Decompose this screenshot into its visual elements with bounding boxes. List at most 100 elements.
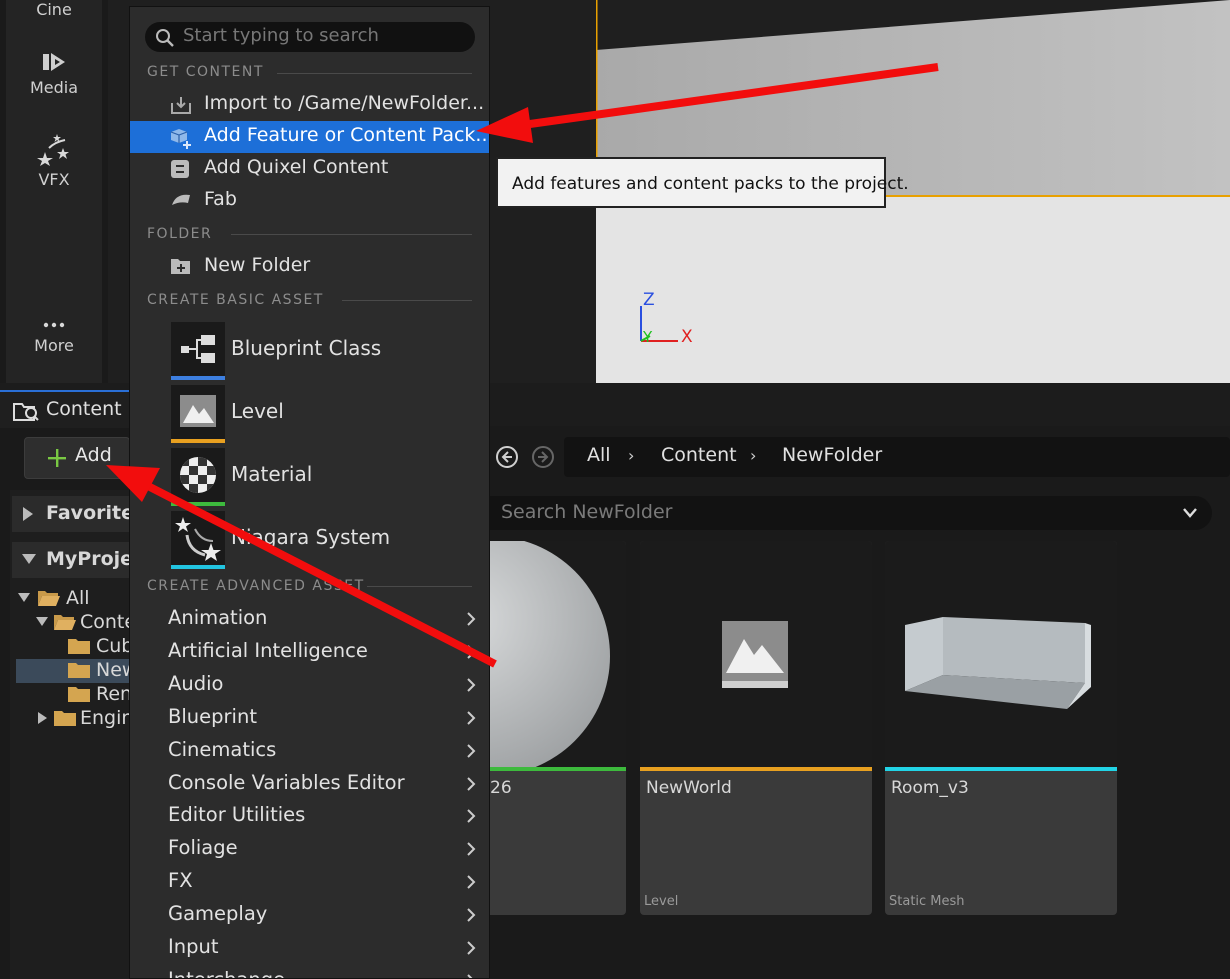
submenu-fx[interactable]: FX bbox=[130, 866, 489, 899]
favorites-section-header[interactable]: Favorites bbox=[12, 496, 145, 532]
fab-icon bbox=[172, 194, 190, 205]
menu-search-placeholder: Start typing to search bbox=[183, 25, 379, 46]
asset-type: Level bbox=[644, 894, 679, 909]
path-breadcrumb: All › Content › NewFolder bbox=[564, 437, 1230, 477]
collapse-triangle-icon bbox=[36, 617, 48, 626]
tree-item-newfolder[interactable]: New bbox=[16, 659, 130, 683]
blueprint-class-icon bbox=[171, 322, 225, 376]
section-divider bbox=[231, 234, 472, 235]
menu-item-import[interactable]: Import to /Game/NewFolder... bbox=[130, 89, 489, 121]
breadcrumb-newfolder[interactable]: NewFolder bbox=[782, 444, 882, 466]
tooltip-text: Add features and content packs to the pr… bbox=[512, 174, 909, 194]
submenu-blueprint[interactable]: Blueprint bbox=[130, 702, 489, 735]
submenu-editor-utilities[interactable]: Editor Utilities bbox=[130, 800, 489, 833]
submenu-label: Cinematics bbox=[168, 738, 277, 761]
submenu-label: Artificial Intelligence bbox=[168, 639, 368, 662]
submenu-gameplay[interactable]: Gameplay bbox=[130, 899, 489, 932]
more-tool[interactable]: More bbox=[6, 318, 102, 355]
submenu-label: FX bbox=[168, 869, 193, 892]
place-actors-toolbar: Cine Media VFX More bbox=[0, 0, 108, 383]
menu-item-level[interactable]: Level bbox=[130, 385, 489, 445]
submenu-console-variables-editor[interactable]: Console Variables Editor bbox=[130, 768, 489, 801]
chevron-right-icon bbox=[467, 809, 476, 823]
section-divider bbox=[277, 73, 472, 74]
menu-item-add-quixel[interactable]: Add Quixel Content bbox=[130, 153, 489, 185]
breadcrumb-chevron-icon[interactable]: › bbox=[628, 446, 634, 465]
menu-item-add-feature-pack[interactable]: Add Feature or Content Pack... bbox=[130, 121, 489, 153]
asset-tile-newworld[interactable]: NewWorld Level bbox=[640, 541, 872, 915]
submenu-label: Console Variables Editor bbox=[168, 771, 405, 794]
submenu-foliage[interactable]: Foliage bbox=[130, 833, 489, 866]
asset-type-bar bbox=[171, 439, 225, 443]
forward-icon[interactable] bbox=[531, 445, 555, 469]
asset-name: NewWorld bbox=[646, 778, 732, 798]
new-folder-icon bbox=[171, 259, 190, 274]
menu-item-label: Niagara System bbox=[231, 525, 391, 549]
menu-item-label: New Folder bbox=[204, 254, 311, 276]
expand-triangle-icon bbox=[38, 712, 47, 724]
tree-item-engine[interactable]: Engin bbox=[16, 707, 130, 731]
section-divider bbox=[367, 586, 472, 587]
menu-item-label: Blueprint Class bbox=[231, 336, 382, 360]
get-content-header: GET CONTENT bbox=[147, 64, 264, 80]
feature-pack-tooltip: Add features and content packs to the pr… bbox=[496, 157, 909, 208]
chevron-right-icon bbox=[467, 875, 476, 889]
vfx-icon bbox=[37, 134, 69, 166]
content-browser-tab[interactable]: Content B bbox=[0, 390, 145, 428]
menu-item-label: Add Quixel Content bbox=[204, 156, 389, 178]
level-icon bbox=[171, 385, 225, 439]
content-browser-tab-label: Content B bbox=[46, 398, 141, 420]
create-basic-asset-header: CREATE BASIC ASSET bbox=[147, 292, 324, 308]
submenu-label: Foliage bbox=[168, 836, 238, 859]
submenu-input[interactable]: Input bbox=[130, 932, 489, 965]
add-button[interactable]: Add bbox=[24, 437, 130, 479]
submenu-animation[interactable]: Animation bbox=[130, 603, 489, 636]
folder-icon bbox=[68, 639, 90, 654]
tree-label: Engin bbox=[80, 707, 130, 729]
submenu-label: Input bbox=[168, 935, 219, 958]
menu-search-input[interactable]: Start typing to search bbox=[145, 22, 475, 52]
material-icon bbox=[171, 448, 225, 502]
menu-item-material[interactable]: Material bbox=[130, 448, 489, 508]
import-icon bbox=[171, 97, 191, 114]
tree-item-cubes[interactable]: Cub bbox=[16, 635, 130, 659]
media-icon bbox=[43, 53, 65, 71]
asset-thumbnail bbox=[640, 541, 872, 767]
submenu-cinematics[interactable]: Cinematics bbox=[130, 735, 489, 768]
submenu-interchange[interactable]: Interchange bbox=[130, 965, 489, 978]
menu-item-label: Material bbox=[231, 462, 313, 486]
submenu-artificial-intelligence[interactable]: Artificial Intelligence bbox=[130, 636, 489, 669]
menu-item-fab[interactable]: Fab bbox=[130, 185, 489, 217]
back-icon[interactable] bbox=[495, 445, 519, 469]
tree-item-content[interactable]: Conte bbox=[16, 611, 130, 635]
chevron-down-icon[interactable] bbox=[1182, 507, 1198, 519]
menu-item-new-folder[interactable]: New Folder bbox=[130, 251, 489, 283]
asset-type-bar bbox=[640, 767, 872, 771]
folder-icon bbox=[68, 663, 90, 678]
expand-triangle-icon bbox=[23, 507, 33, 521]
add-dropdown-menu: Start typing to search GET CONTENT Impor… bbox=[129, 6, 490, 979]
tree-item-all[interactable]: All bbox=[16, 587, 130, 611]
tree-item-render[interactable]: Ren bbox=[16, 683, 130, 707]
asset-search-input[interactable]: Search NewFolder bbox=[490, 496, 1212, 530]
asset-tile-room-v3[interactable]: Room_v3 Static Mesh bbox=[885, 541, 1117, 915]
chevron-right-icon bbox=[467, 678, 476, 692]
vfx-tool[interactable]: VFX bbox=[6, 134, 102, 189]
breadcrumb-content[interactable]: Content bbox=[661, 444, 737, 466]
breadcrumb-all[interactable]: All bbox=[587, 444, 611, 466]
menu-item-niagara-system[interactable]: Niagara System bbox=[130, 511, 489, 571]
search-placeholder: Search NewFolder bbox=[501, 501, 673, 523]
niagara-system-icon bbox=[171, 511, 225, 565]
submenu-audio[interactable]: Audio bbox=[130, 669, 489, 702]
project-section-header[interactable]: MyProjec bbox=[12, 542, 144, 578]
menu-item-blueprint-class[interactable]: Blueprint Class bbox=[130, 322, 489, 382]
section-divider bbox=[342, 300, 472, 301]
asset-type: Static Mesh bbox=[889, 894, 965, 909]
chevron-right-icon bbox=[467, 612, 476, 626]
cine-tool[interactable]: Cine bbox=[6, 0, 102, 19]
chevron-right-icon bbox=[467, 711, 476, 725]
asset-name: Room_v3 bbox=[891, 778, 969, 798]
breadcrumb-chevron-icon[interactable]: › bbox=[750, 446, 756, 465]
media-tool[interactable]: Media bbox=[6, 50, 102, 97]
chevron-right-icon bbox=[467, 777, 476, 791]
